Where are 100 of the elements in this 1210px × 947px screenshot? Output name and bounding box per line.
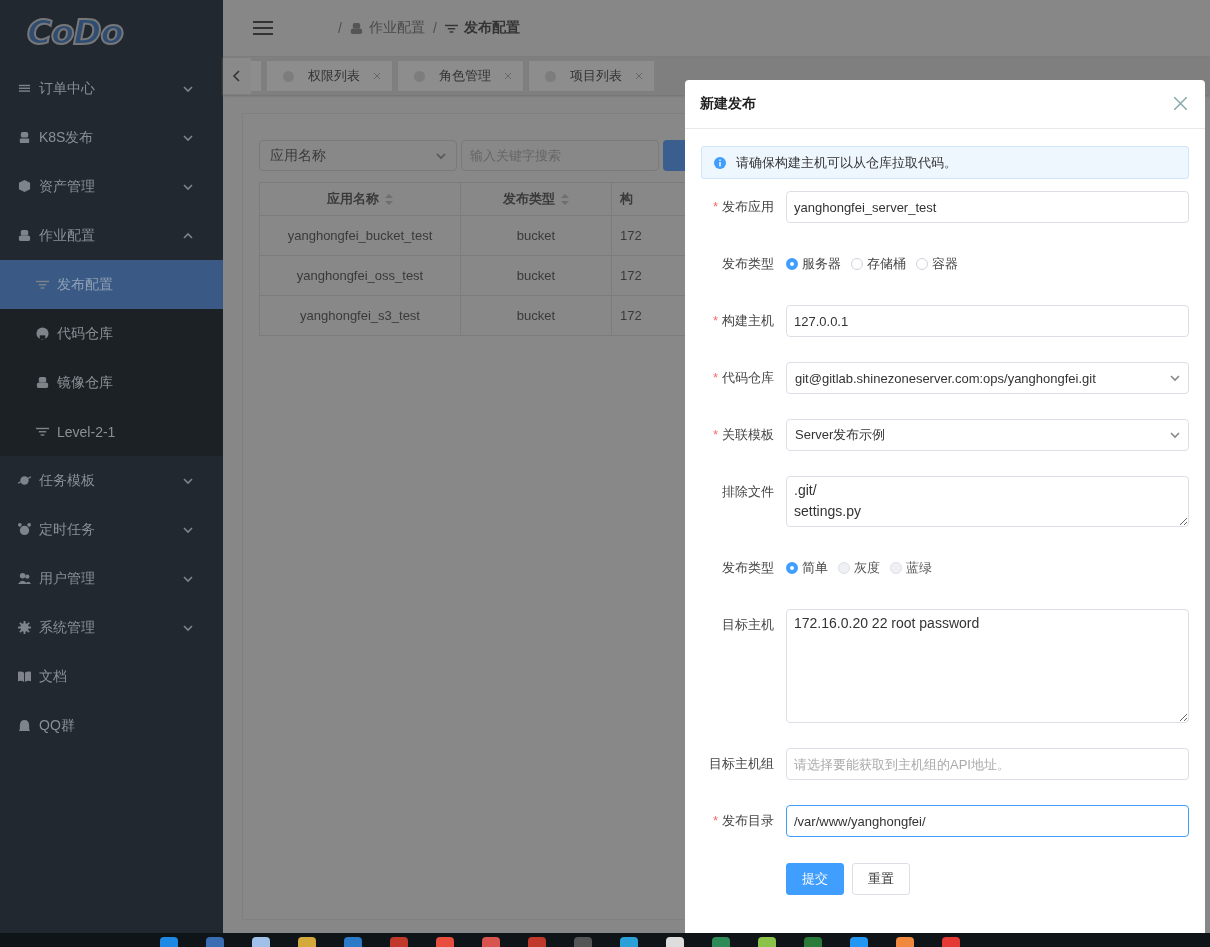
scroll-left-button[interactable] — [223, 58, 251, 94]
taskbar-icon[interactable] — [482, 937, 500, 947]
menu-item[interactable]: 订单中心 — [0, 64, 223, 113]
menu-item[interactable]: 用户管理 — [0, 554, 223, 603]
submenu-item[interactable]: Level-2-1 — [0, 407, 223, 456]
filter-select[interactable]: 应用名称 — [259, 140, 457, 171]
field-label: 代码仓库 — [722, 370, 774, 385]
field-label: 目标主机组 — [709, 756, 774, 771]
required-mark: * — [712, 427, 718, 442]
info-icon — [714, 156, 726, 169]
taskbar-icon[interactable] — [390, 937, 408, 947]
users-icon — [18, 572, 31, 585]
text-area[interactable]: 172.16.0.20 22 root password — [786, 609, 1189, 723]
taskbar-icon[interactable] — [896, 937, 914, 947]
tab[interactable]: 权限列表 — [267, 61, 392, 91]
required-mark: * — [712, 199, 718, 214]
input-field[interactable]: 127.0.0.1 — [786, 305, 1189, 337]
dialog-title: 新建发布 — [700, 95, 756, 113]
chevron-down-icon — [1170, 430, 1180, 440]
table-cell: yanghongfei_bucket_test — [259, 215, 461, 256]
taskbar-icon[interactable] — [436, 937, 454, 947]
chevron-down-icon — [183, 132, 193, 143]
filter-icon — [36, 425, 49, 438]
gear-icon — [18, 621, 31, 634]
field-label: 发布类型 — [722, 256, 774, 271]
menu-item[interactable]: K8S发布 — [0, 113, 223, 162]
radio-option[interactable]: 容器 — [916, 255, 958, 273]
breadcrumb-separator: / — [338, 20, 342, 36]
select-field[interactable]: Server发布示例 — [786, 419, 1189, 451]
taskbar-icon[interactable] — [850, 937, 868, 947]
required-mark: * — [712, 370, 718, 385]
menu-item[interactable]: 任务模板 — [0, 456, 223, 505]
field-label: 发布目录 — [722, 813, 774, 828]
tab[interactable]: 项目列表 — [529, 61, 654, 91]
sort-icon — [561, 194, 569, 206]
cube-icon — [18, 180, 31, 193]
required-mark: * — [712, 313, 718, 328]
close-button[interactable] — [1174, 97, 1188, 111]
taskbar-icon[interactable] — [620, 937, 638, 947]
column-header[interactable]: 发布类型 — [460, 182, 612, 216]
radio-option: 灰度 — [838, 559, 880, 577]
list-icon — [18, 82, 31, 95]
chevron-down-icon — [183, 475, 193, 486]
menu-item[interactable]: 资产管理 — [0, 162, 223, 211]
menu-item[interactable]: 定时任务 — [0, 505, 223, 554]
sort-icon — [385, 194, 393, 206]
taskbar-icon[interactable] — [758, 937, 776, 947]
taskbar-icon[interactable] — [712, 937, 730, 947]
input-field[interactable]: 请选择要能获取到主机组的API地址。 — [786, 748, 1189, 780]
close-icon — [636, 72, 642, 80]
column-header[interactable]: 应用名称 — [259, 182, 461, 216]
field-label: 构建主机 — [722, 313, 774, 328]
submenu-item[interactable]: 代码仓库 — [0, 309, 223, 358]
close-icon — [505, 72, 511, 80]
radio-option[interactable]: 服务器 — [786, 255, 841, 273]
field-label: 关联模板 — [722, 427, 774, 442]
taskbar-icon[interactable] — [528, 937, 546, 947]
close-icon — [374, 72, 380, 80]
chevron-down-icon — [183, 181, 193, 192]
book-icon — [18, 670, 31, 683]
tab[interactable]: 角色管理 — [398, 61, 523, 91]
menu-item[interactable]: 系统管理 — [0, 603, 223, 652]
alarm-clock-icon — [18, 523, 31, 536]
breadcrumb-item[interactable]: 作业配置 — [349, 19, 425, 37]
taskbar-icon[interactable] — [206, 937, 224, 947]
select-field[interactable]: git@gitlab.shinezoneserver.com:ops/yanghongfei.git — [786, 362, 1189, 394]
chevron-down-icon — [183, 622, 193, 633]
radio-option[interactable]: 简单 — [786, 559, 828, 577]
alert-text: 请确保构建主机可以从仓库拉取代码。 — [736, 153, 957, 172]
table-cell: yanghongfei_oss_test — [259, 255, 461, 296]
reset-button[interactable]: 重置 — [852, 863, 910, 895]
taskbar-icon[interactable] — [252, 937, 270, 947]
submenu-item[interactable]: 发布配置 — [0, 260, 223, 309]
menu-item[interactable]: 文档 — [0, 652, 223, 701]
input-field[interactable]: yanghongfei_server_test — [786, 191, 1189, 223]
taskbar-icon[interactable] — [298, 937, 316, 947]
submenu-item[interactable]: 镜像仓库 — [0, 358, 223, 407]
taskbar-icon[interactable] — [666, 937, 684, 947]
required-mark: * — [712, 813, 718, 828]
menu-item[interactable]: 作业配置 — [0, 211, 223, 260]
chevron-down-icon — [1170, 373, 1180, 383]
search-button[interactable] — [663, 140, 686, 171]
breadcrumb-separator: / — [432, 20, 437, 36]
close-icon — [1174, 97, 1187, 110]
field-label: 排除文件 — [722, 484, 774, 499]
chevron-down-icon — [183, 83, 193, 94]
text-area[interactable]: .git/ settings.py — [786, 476, 1189, 527]
taskbar-icon[interactable] — [344, 937, 362, 947]
menu-item[interactable]: QQ群 — [0, 701, 223, 750]
table-cell: bucket — [460, 295, 612, 336]
taskbar-icon[interactable] — [942, 937, 960, 947]
logo: CoDo — [27, 12, 123, 52]
field-label: 发布应用 — [722, 199, 774, 214]
field-label: 目标主机 — [722, 617, 774, 632]
taskbar-icon[interactable] — [804, 937, 822, 947]
table-cell: bucket — [460, 215, 612, 256]
taskbar-icon[interactable] — [160, 937, 178, 947]
chevron-down-icon — [183, 524, 193, 535]
input-field[interactable]: /var/www/yanghongfei/ — [786, 805, 1189, 837]
submit-button[interactable]: 提交 — [786, 863, 844, 895]
